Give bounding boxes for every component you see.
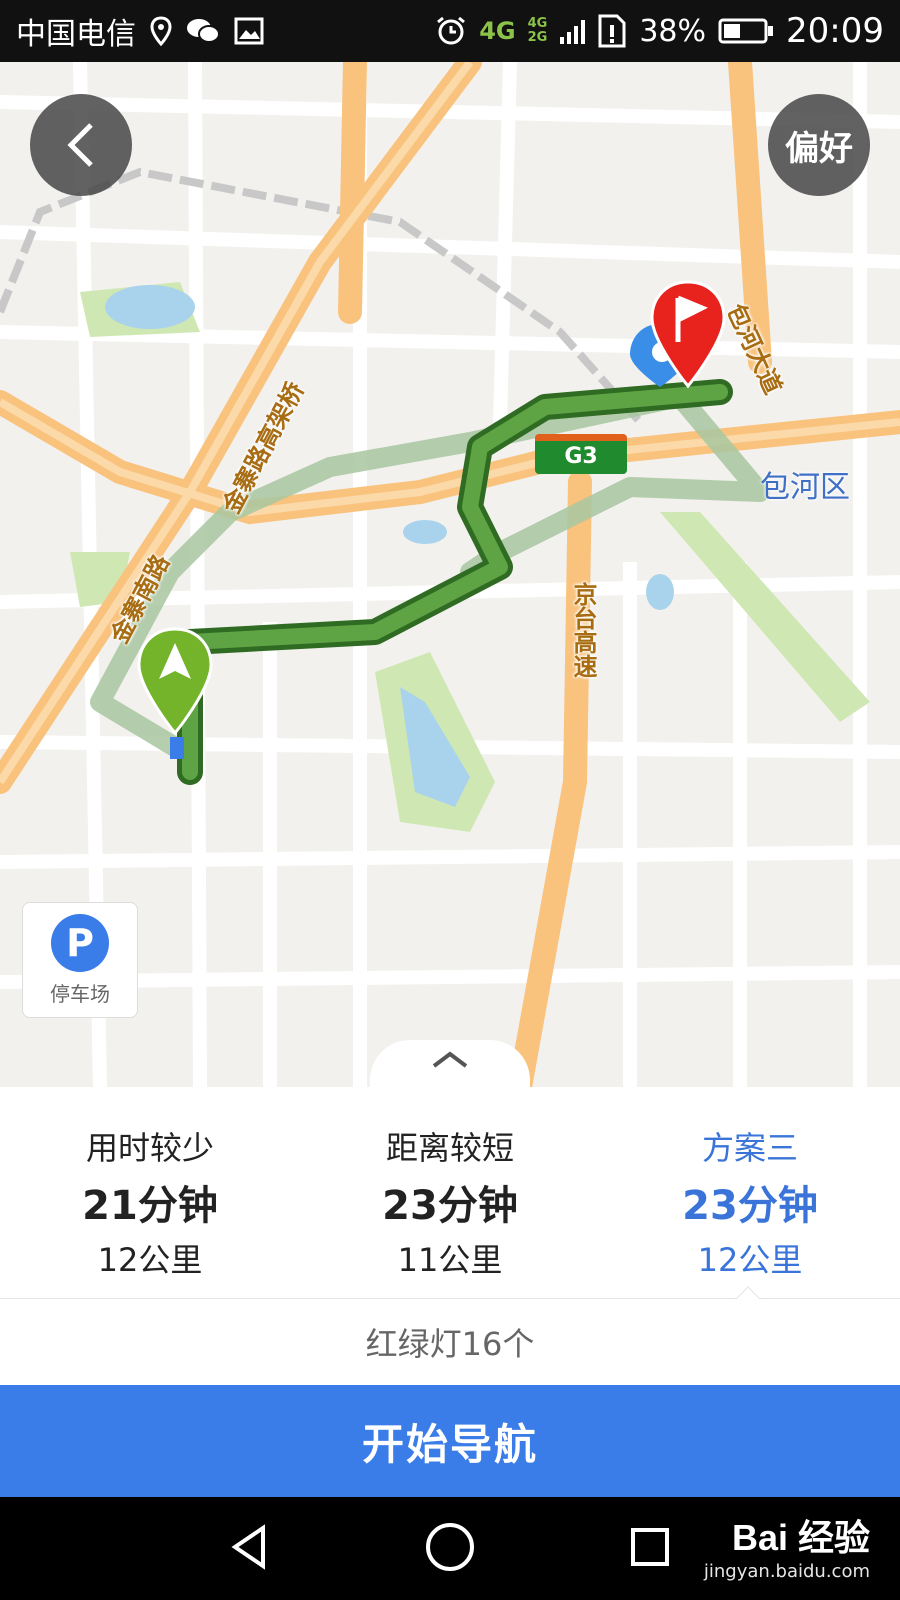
network-dual-label: 4G 2G bbox=[527, 16, 548, 45]
traffic-lights-count: 红绿灯16个 bbox=[365, 1325, 535, 1363]
watermark-logo: Bai 经验 bbox=[731, 1517, 870, 1558]
recents-square-icon[interactable] bbox=[620, 1517, 680, 1577]
destination-flag-icon bbox=[650, 280, 726, 389]
route-time: 23分钟 bbox=[682, 1183, 818, 1229]
parking-icon: P bbox=[51, 913, 109, 972]
highway-shield: G3 bbox=[535, 434, 627, 474]
district-label: 包河区 bbox=[760, 470, 850, 505]
preference-button[interactable]: 偏好 bbox=[768, 94, 870, 196]
location-icon bbox=[150, 16, 172, 46]
image-icon bbox=[234, 17, 264, 45]
battery-percent: 38% bbox=[639, 13, 707, 49]
route-map[interactable]: 金寨路高架桥 金寨南路 京台高速 包河大道 包河区 G3 偏好 P 停车场 bbox=[0, 62, 900, 1087]
route-name: 距离较短 bbox=[385, 1129, 514, 1167]
alarm-icon bbox=[435, 15, 467, 47]
route-distance: 11公里 bbox=[397, 1241, 503, 1279]
route-distance: 12公里 bbox=[97, 1241, 203, 1279]
wechat-icon bbox=[186, 17, 220, 45]
start-navigation-button[interactable]: 开始导航 bbox=[0, 1385, 900, 1497]
back-button[interactable] bbox=[30, 94, 132, 196]
watermark-url: jingyan.baidu.com bbox=[703, 1561, 870, 1582]
route-option-3[interactable]: 方案三 23分钟 12公里 bbox=[600, 1087, 900, 1298]
parking-button[interactable]: P 停车场 bbox=[22, 902, 138, 1018]
route-option-2[interactable]: 距离较短 23分钟 11公里 bbox=[300, 1087, 600, 1298]
network-4g-label: 4G bbox=[479, 17, 516, 45]
route-distance: 12公里 bbox=[697, 1241, 803, 1279]
clock: 20:09 bbox=[786, 11, 884, 51]
road-label-jingtai: 京台高速 bbox=[569, 582, 597, 678]
start-marker-icon bbox=[137, 627, 213, 736]
expand-panel-button[interactable] bbox=[370, 1040, 530, 1087]
home-circle-icon[interactable] bbox=[420, 1517, 480, 1577]
battery-icon bbox=[718, 17, 774, 45]
chevron-up-icon bbox=[432, 1051, 468, 1068]
route-option-1[interactable]: 用时较少 21分钟 12公里 bbox=[0, 1087, 300, 1298]
sim-icon bbox=[597, 13, 627, 49]
route-name: 用时较少 bbox=[85, 1129, 214, 1167]
back-arrow-icon bbox=[67, 123, 93, 167]
route-time: 21分钟 bbox=[82, 1183, 218, 1229]
parking-label: 停车场 bbox=[50, 981, 110, 1006]
route-time: 23分钟 bbox=[382, 1183, 518, 1229]
system-nav-bar: Bai 经验 jingyan.baidu.com bbox=[0, 1497, 900, 1600]
back-triangle-icon[interactable] bbox=[220, 1517, 280, 1577]
route-name: 方案三 bbox=[701, 1129, 798, 1167]
status-bar: 中国电信 4G 4G 2G 38% 20:09 bbox=[0, 0, 900, 62]
carrier-label: 中国电信 bbox=[16, 17, 136, 52]
baidu-jingyan-watermark: Bai 经验 jingyan.baidu.com bbox=[704, 1509, 870, 1582]
signal-icon bbox=[559, 17, 586, 45]
route-options-panel: 用时较少 21分钟 12公里 距离较短 23分钟 11公里 方案三 23分钟 1… bbox=[0, 1087, 900, 1385]
